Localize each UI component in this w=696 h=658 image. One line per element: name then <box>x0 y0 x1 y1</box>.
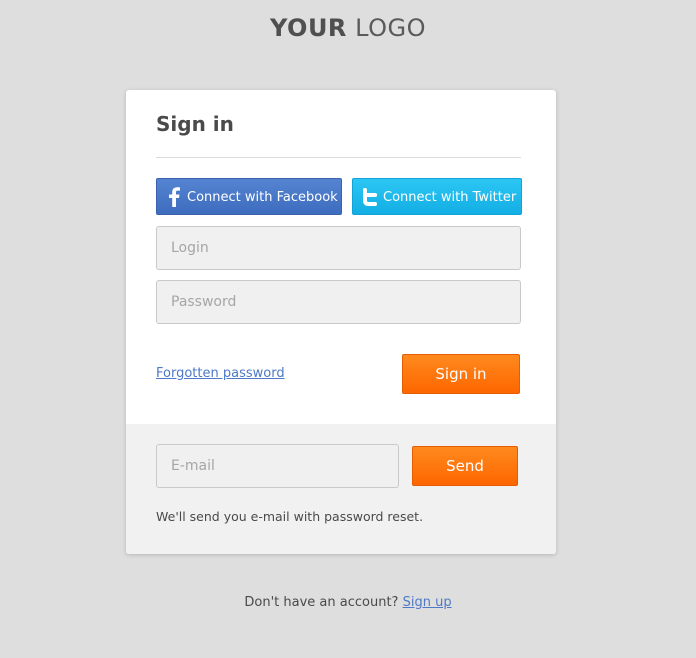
logo: YOUR LOGO <box>0 12 696 44</box>
title-divider <box>156 157 521 158</box>
forgotten-password-link[interactable]: Forgotten password <box>156 365 285 383</box>
twitter-connect-label: Connect with Twitter <box>383 190 517 205</box>
twitter-connect-button[interactable]: Connect with Twitter <box>352 178 522 215</box>
signin-card: Sign in Connect with Facebook Connect wi… <box>126 90 556 554</box>
email-input[interactable] <box>156 444 399 488</box>
logo-light-text: LOGO <box>355 14 426 42</box>
signin-button[interactable]: Sign in <box>402 354 520 394</box>
twitter-icon <box>359 179 379 214</box>
login-input[interactable] <box>156 226 521 270</box>
reset-note: We'll send you e-mail with password rese… <box>156 509 424 524</box>
footer: Don't have an account? Sign up <box>0 594 696 612</box>
password-reset-panel: Send We'll send you e-mail with password… <box>126 424 556 554</box>
logo-bold-text: YOUR <box>270 14 347 42</box>
signup-link[interactable]: Sign up <box>403 595 452 610</box>
signin-title: Sign in <box>156 112 234 136</box>
facebook-connect-label: Connect with Facebook <box>187 190 338 205</box>
send-button[interactable]: Send <box>412 446 518 486</box>
footer-prompt: Don't have an account? <box>244 595 399 610</box>
password-input[interactable] <box>156 280 521 324</box>
facebook-icon <box>165 179 183 214</box>
facebook-connect-button[interactable]: Connect with Facebook <box>156 178 342 215</box>
